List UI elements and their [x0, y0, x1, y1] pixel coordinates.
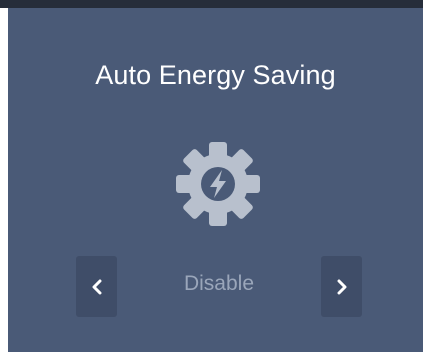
energy-gear-icon	[176, 142, 260, 226]
previous-option-button[interactable]	[76, 256, 117, 317]
chevron-right-icon	[337, 279, 346, 294]
next-option-button[interactable]	[321, 256, 362, 317]
widget-frame: Auto Energy Saving Disable	[0, 0, 423, 352]
chevron-left-icon	[92, 279, 101, 294]
auto-energy-saving-panel: Auto Energy Saving Disable	[8, 8, 423, 352]
energy-saving-value: Disable	[183, 272, 255, 295]
panel-title: Auto Energy Saving	[95, 60, 336, 90]
top-edge	[0, 0, 423, 8]
